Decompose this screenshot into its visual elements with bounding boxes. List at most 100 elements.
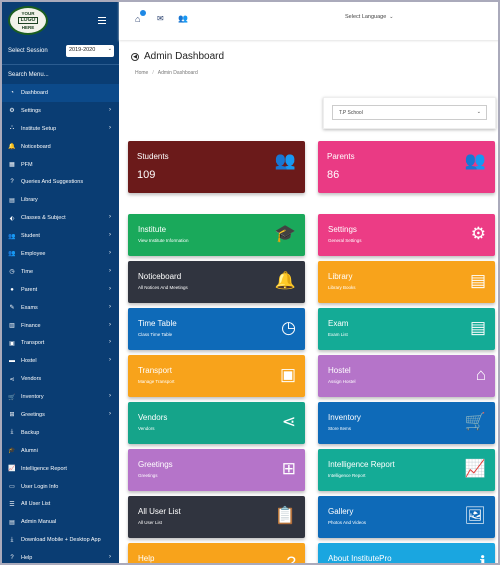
tile-settings[interactable]: Settings General Settings ⚙: [318, 214, 495, 256]
sidebar-item-parent[interactable]: ● Parent ›: [0, 281, 119, 299]
institute-logo[interactable]: YOUR LOGO HERE: [8, 6, 48, 35]
sidebar-item-download-mobile-desktop-app[interactable]: ⤓ Download Mobile + Desktop App: [0, 531, 119, 549]
search-menu-placeholder: Search Menu...: [8, 72, 49, 78]
sidebar-item-label: Greetings: [21, 411, 45, 418]
tile-all-user-list[interactable]: All User List All User List 📋: [128, 496, 305, 538]
breadcrumb: Home / Admin Dashboard: [135, 70, 198, 76]
tile-inventory[interactable]: Inventory Store Items 🛒: [318, 402, 495, 444]
tile-institute[interactable]: Institute View Institute Information 🎓: [128, 214, 305, 256]
tile-exam[interactable]: Exam Exam List ▤: [318, 308, 495, 350]
tile-subtitle: All User List: [138, 520, 163, 525]
session-row: Select Session 2019-2020 ⌄: [0, 40, 119, 64]
sidebar-item-exams[interactable]: ✎ Exams ›: [0, 299, 119, 317]
sidebar-menu: ◔ Dashboard ⚙ Settings › ⛬ Institute Setup › 🔔 No…: [0, 84, 119, 565]
chevron-right-icon: ›: [109, 339, 111, 346]
sidebar-item-finance[interactable]: ▥ Finance ›: [0, 317, 119, 335]
tile-subtitle: Photos And Videos: [328, 520, 366, 525]
logo-line-2: LOGO: [17, 17, 39, 24]
sidebar-item-pfm[interactable]: ▦ PFM: [0, 156, 119, 174]
chevron-right-icon: ›: [109, 214, 111, 221]
sidebar-item-greetings[interactable]: ⊞ Greetings ›: [0, 406, 119, 424]
clock-icon: ◷: [281, 318, 296, 337]
chevron-right-icon: ›: [109, 267, 111, 274]
sidebar-item-noticeboard[interactable]: 🔔 Noticeboard: [0, 138, 119, 156]
share-icon: ⋖: [9, 376, 15, 383]
tile-transport[interactable]: Transport Manage Transport ▣: [128, 355, 305, 397]
sidebar-item-label: Transport: [21, 340, 45, 347]
users-icon[interactable]: 👥: [178, 14, 188, 23]
tile-help[interactable]: Help?: [128, 543, 305, 565]
sidebar-item-time[interactable]: ◷ Time ›: [0, 263, 119, 281]
sidebar-item-student[interactable]: 👥 Student ›: [0, 227, 119, 245]
help-icon: ?: [10, 555, 14, 562]
tile-gallery[interactable]: Gallery Photos And Videos 🖼: [318, 496, 495, 538]
session-label: Select Session: [8, 48, 48, 54]
tile-noticeboard[interactable]: Noticeboard All Notices And Meetings 🔔: [128, 261, 305, 303]
bell-icon: 🔔: [8, 144, 16, 151]
sidebar-item-library[interactable]: ▤ Library: [0, 191, 119, 209]
sidebar-item-queries-and-suggestions[interactable]: ? Queries And Suggestions: [0, 173, 119, 191]
sidebar-item-vendors[interactable]: ⋖ Vendors: [0, 370, 119, 388]
sidebar-item-transport[interactable]: ▣ Transport ›: [0, 334, 119, 352]
manual-icon: ▤: [9, 519, 15, 526]
tile-subtitle: Intelligence Report: [328, 473, 366, 478]
graduation-icon: 🎓: [274, 224, 296, 243]
search-menu-input[interactable]: Search Menu...: [0, 64, 119, 84]
tile-greetings[interactable]: Greetings Greetings ⊞: [128, 449, 305, 491]
sidebar-item-institute-setup[interactable]: ⛬ Institute Setup ›: [0, 120, 119, 138]
tile-intelligence-report[interactable]: Intelligence Report Intelligence Report 📈: [318, 449, 495, 491]
tile-hostel[interactable]: Hostel Assign Hostel ⌂: [318, 355, 495, 397]
menu-toggle-icon[interactable]: [98, 17, 106, 24]
tile-title: Library: [328, 272, 353, 281]
sidebar-item-label: Employee: [21, 250, 46, 257]
tile-about-institutepro[interactable]: About InstitutePro ℹ: [318, 543, 495, 565]
bus-icon: ▣: [279, 365, 296, 384]
sidebar-item-admin-manual[interactable]: ▤ Admin Manual: [0, 513, 119, 531]
tile-subtitle: Greetings: [138, 473, 158, 478]
school-select[interactable]: T.P School ⌄: [332, 105, 487, 120]
sidebar-item-alumni[interactable]: 🎓 Alumni: [0, 442, 119, 460]
home-icon[interactable]: ⌂: [135, 14, 140, 24]
tile-subtitle: Vendors: [138, 426, 155, 431]
language-select[interactable]: Select Language ⌄: [341, 11, 401, 25]
tile-title: About InstitutePro: [328, 554, 392, 563]
sidebar-item-dashboard[interactable]: ◔ Dashboard: [0, 84, 119, 102]
pencil-icon: ✎: [9, 305, 15, 312]
tile-time-table[interactable]: Time Table Class Time Table ◷: [128, 308, 305, 350]
user-icon: ●: [10, 286, 14, 293]
sidebar-item-label: Time: [21, 268, 34, 275]
sidebar-item-settings[interactable]: ⚙ Settings ›: [0, 102, 119, 120]
back-arrow-icon[interactable]: ◀: [131, 52, 139, 61]
sitemap-icon: ⛬: [9, 125, 15, 132]
sidebar-item-label: User Login Info: [21, 483, 59, 490]
tile-title: Vendors: [138, 413, 168, 422]
sidebar-item-hostel[interactable]: ▬ Hostel ›: [0, 352, 119, 370]
sidebar-item-intelligence-report[interactable]: 📈 Intelligence Report: [0, 460, 119, 478]
chevron-right-icon: ›: [109, 303, 111, 310]
sidebar-item-help[interactable]: ? Help ›: [0, 549, 119, 565]
sidebar-item-user-login-info[interactable]: ▭ User Login Info: [0, 478, 119, 496]
tile-title: Greetings: [138, 460, 173, 469]
tile-vendors[interactable]: Vendors Vendors ⋖: [128, 402, 305, 444]
sidebar-item-all-user-list[interactable]: ☰ All User List: [0, 495, 119, 513]
tile-title: Time Table: [138, 319, 177, 328]
breadcrumb-home[interactable]: Home: [135, 70, 148, 76]
sidebar-item-label: Exams: [21, 304, 38, 311]
list-icon: ☰: [9, 501, 15, 508]
tile-library[interactable]: Library Library Books ▤: [318, 261, 495, 303]
sidebar-item-label: Intelligence Report: [21, 465, 67, 472]
sidebar-item-classes-subject[interactable]: ⬖ Classes & Subject ›: [0, 209, 119, 227]
sidebar-item-employee[interactable]: 👥 Employee ›: [0, 245, 119, 263]
gears-icon: ⚙: [9, 108, 15, 115]
tile-title: Settings: [328, 225, 357, 234]
session-select[interactable]: 2019-2020 ⌄: [66, 45, 114, 57]
sidebar-item-backup[interactable]: ⤓ Backup: [0, 424, 119, 442]
stat-card-parents[interactable]: Parents 86 👥: [318, 141, 495, 193]
gift-icon: ⊞: [281, 459, 296, 478]
mail-icon[interactable]: ✉: [157, 14, 164, 23]
stat-card-students[interactable]: Students 109 👥: [128, 141, 305, 193]
chevron-right-icon: ›: [109, 106, 111, 113]
session-value: 2019-2020: [69, 47, 96, 53]
chevron-right-icon: ›: [109, 321, 111, 328]
sidebar-item-inventory[interactable]: 🛒 Inventory ›: [0, 388, 119, 406]
